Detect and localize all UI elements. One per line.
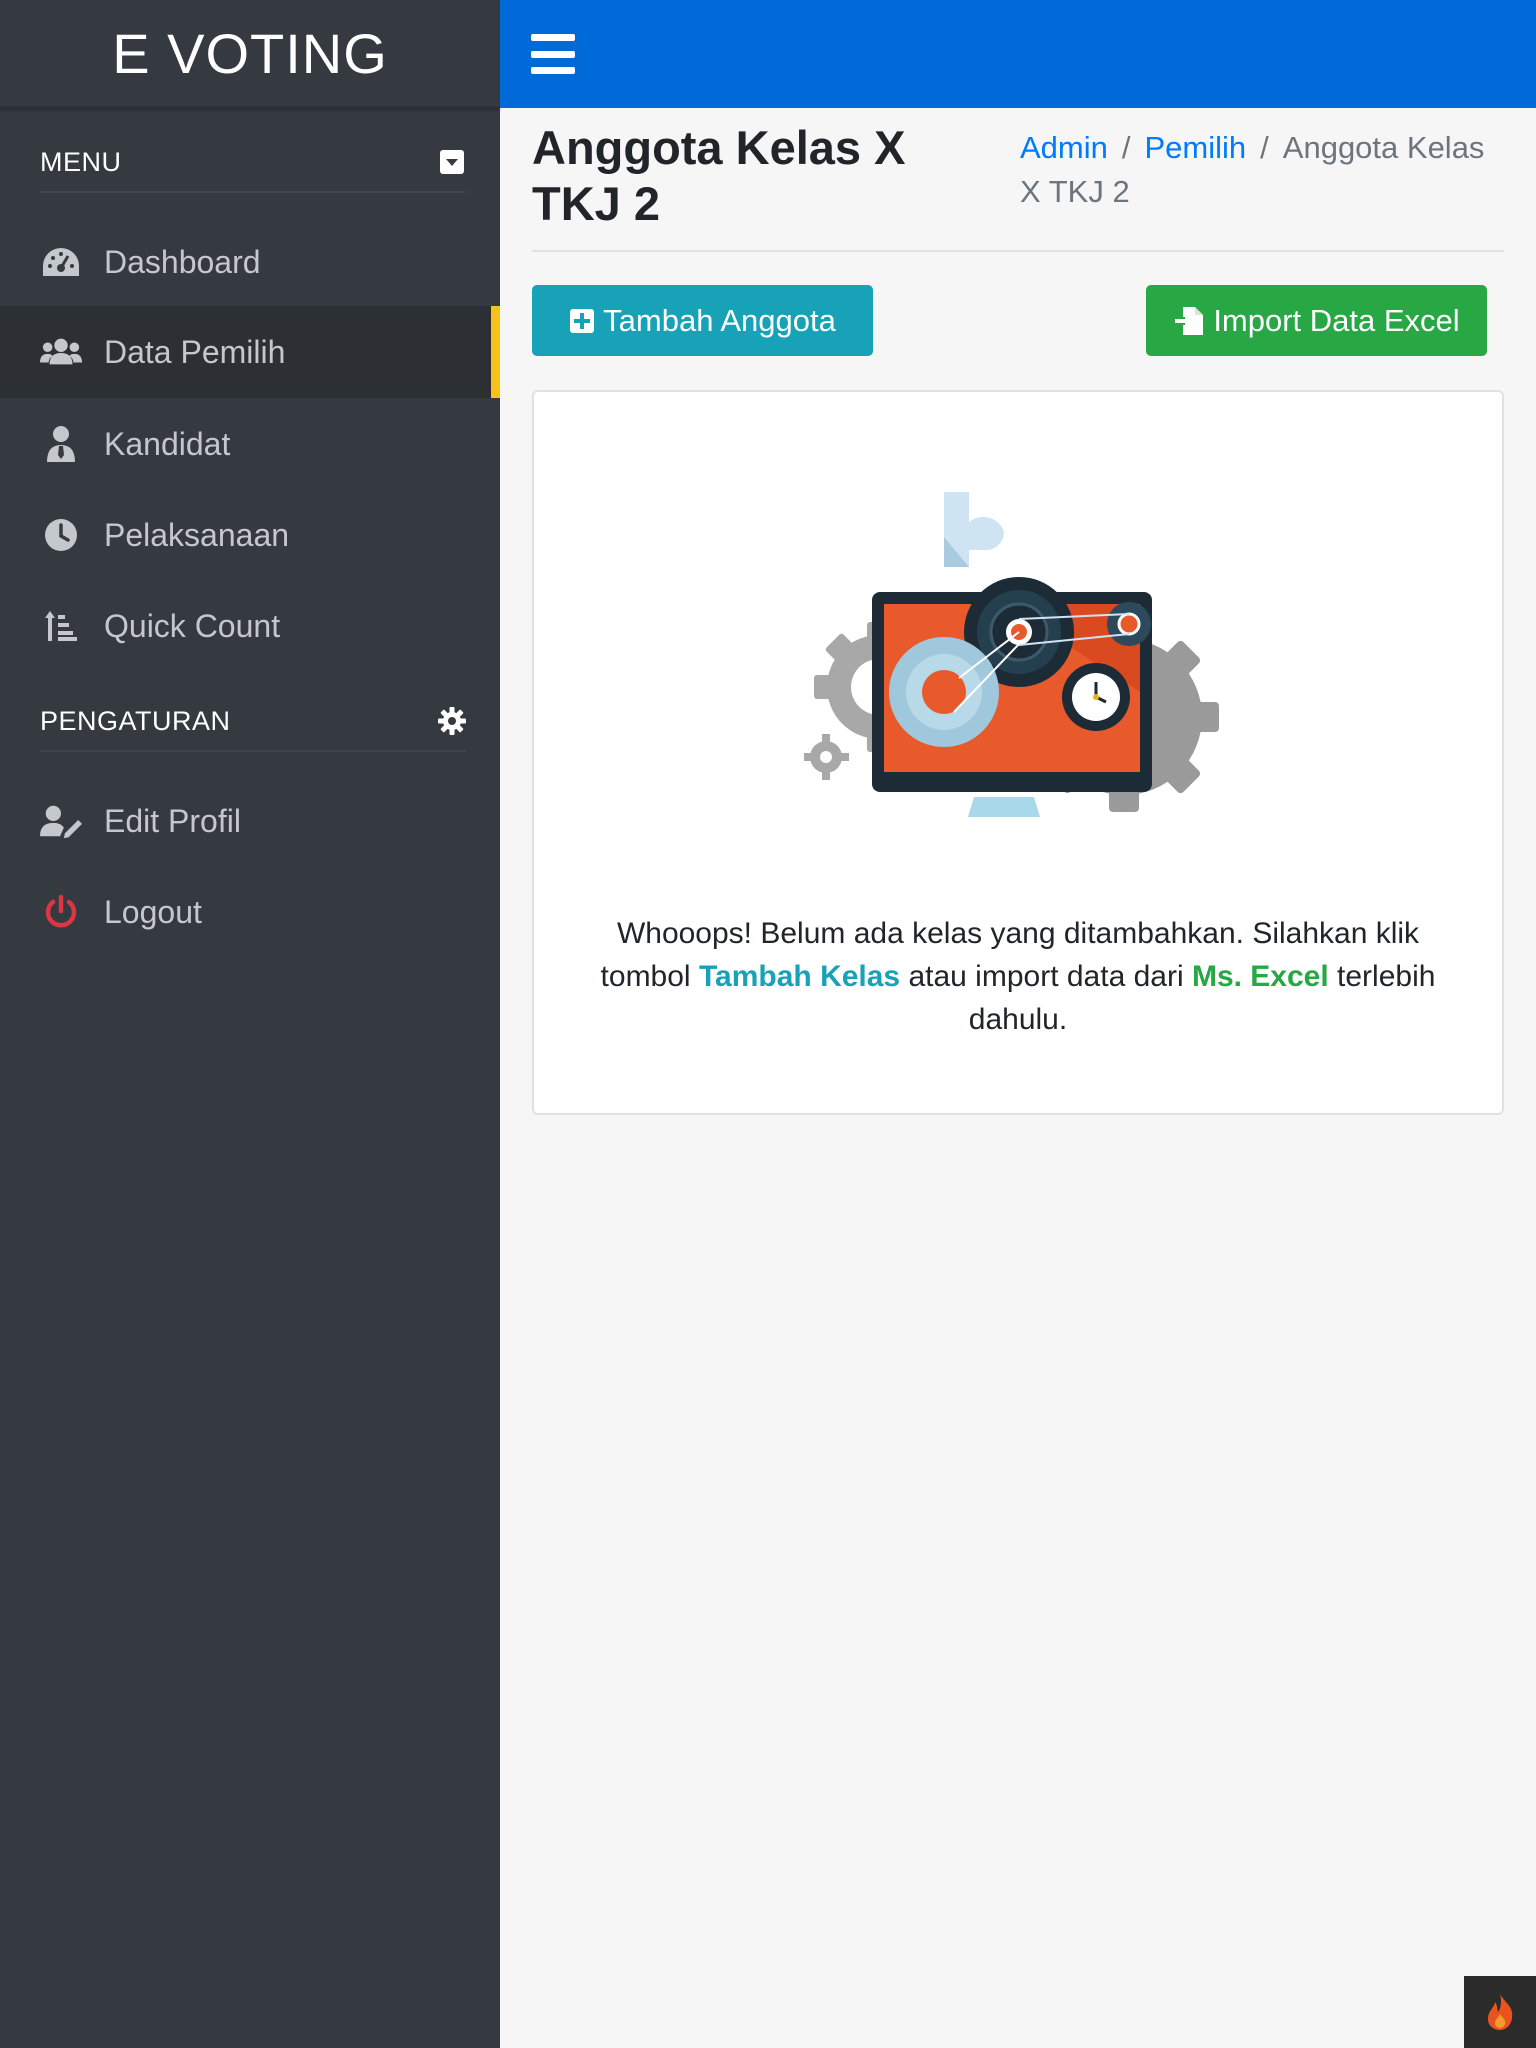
sidebar-item-label: Pelaksanaan — [104, 516, 290, 553]
user-edit-icon — [40, 800, 82, 842]
menu-section-header[interactable]: MENU — [40, 133, 466, 193]
clock-icon — [40, 514, 82, 556]
breadcrumb-separator: / — [1121, 130, 1131, 165]
page-title: Anggota Kelas X TKJ 2 — [532, 121, 906, 230]
import-excel-button[interactable]: Import Data Excel — [1146, 285, 1487, 356]
sidebar-item-pelaksanaan[interactable]: Pelaksanaan — [0, 489, 500, 581]
add-member-button[interactable]: Tambah Anggota — [532, 285, 873, 356]
user-tie-icon — [40, 423, 82, 465]
breadcrumb-admin[interactable]: Admin — [1020, 130, 1108, 165]
empty-state-message: Whooops! Belum ada kelas yang ditambahka… — [574, 912, 1462, 1041]
sidebar-item-label: Data Pemilih — [104, 333, 286, 370]
users-icon — [40, 331, 82, 373]
header-divider — [532, 250, 1504, 252]
breadcrumb-pemilih[interactable]: Pemilih — [1145, 130, 1247, 165]
plus-square-icon — [570, 308, 595, 333]
sidebar: E VOTING MENU Dashboard Data Pemilih Kan… — [0, 0, 500, 2048]
breadcrumb: Admin / Pemilih / Anggota Kelas X TKJ 2 — [1020, 126, 1490, 214]
flame-icon — [1487, 1994, 1513, 2030]
sidebar-item-quick-count[interactable]: Quick Count — [0, 580, 500, 672]
sidebar-item-label: Kandidat — [104, 425, 231, 462]
sidebar-item-dashboard[interactable]: Dashboard — [0, 216, 500, 308]
gear-icon[interactable] — [438, 707, 466, 735]
settings-section-header[interactable]: PENGATURAN — [40, 692, 466, 752]
empty-state-card: Whooops! Belum ada kelas yang ditambahka… — [532, 390, 1504, 1115]
brand-title: E VOTING — [112, 21, 388, 85]
sidebar-item-label: Quick Count — [104, 607, 281, 644]
sidebar-item-data-pemilih[interactable]: Data Pemilih — [0, 306, 500, 398]
sidebar-item-logout[interactable]: Logout — [0, 866, 500, 958]
power-off-icon — [40, 891, 82, 933]
flame-badge[interactable] — [1464, 1976, 1536, 2048]
sidebar-item-label: Dashboard — [104, 243, 261, 280]
sort-amount-up-icon — [40, 605, 82, 647]
settings-section-label: PENGATURAN — [40, 705, 231, 736]
menu-section-label: MENU — [40, 146, 122, 177]
empty-state-text: atau import data dari — [900, 960, 1192, 993]
empty-state-highlight-excel: Ms. Excel — [1191, 960, 1329, 993]
sidebar-item-label: Edit Profil — [104, 802, 241, 839]
add-member-label: Tambah Anggota — [603, 302, 836, 338]
import-excel-label: Import Data Excel — [1213, 302, 1460, 338]
top-navbar — [500, 0, 1536, 108]
breadcrumb-separator: / — [1260, 130, 1269, 165]
sidebar-item-kandidat[interactable]: Kandidat — [0, 398, 500, 490]
dashboard-gauge-icon — [40, 241, 82, 283]
sidebar-item-edit-profil[interactable]: Edit Profil — [0, 775, 500, 867]
empty-state-highlight-add: Tambah Kelas — [698, 960, 901, 993]
maintenance-illustration — [804, 492, 1219, 817]
sidebar-item-label: Logout — [104, 893, 202, 930]
file-import-icon — [1175, 306, 1204, 335]
brand[interactable]: E VOTING — [0, 0, 500, 108]
caret-square-down-icon[interactable] — [438, 148, 466, 176]
hamburger-menu-icon[interactable] — [531, 34, 575, 74]
